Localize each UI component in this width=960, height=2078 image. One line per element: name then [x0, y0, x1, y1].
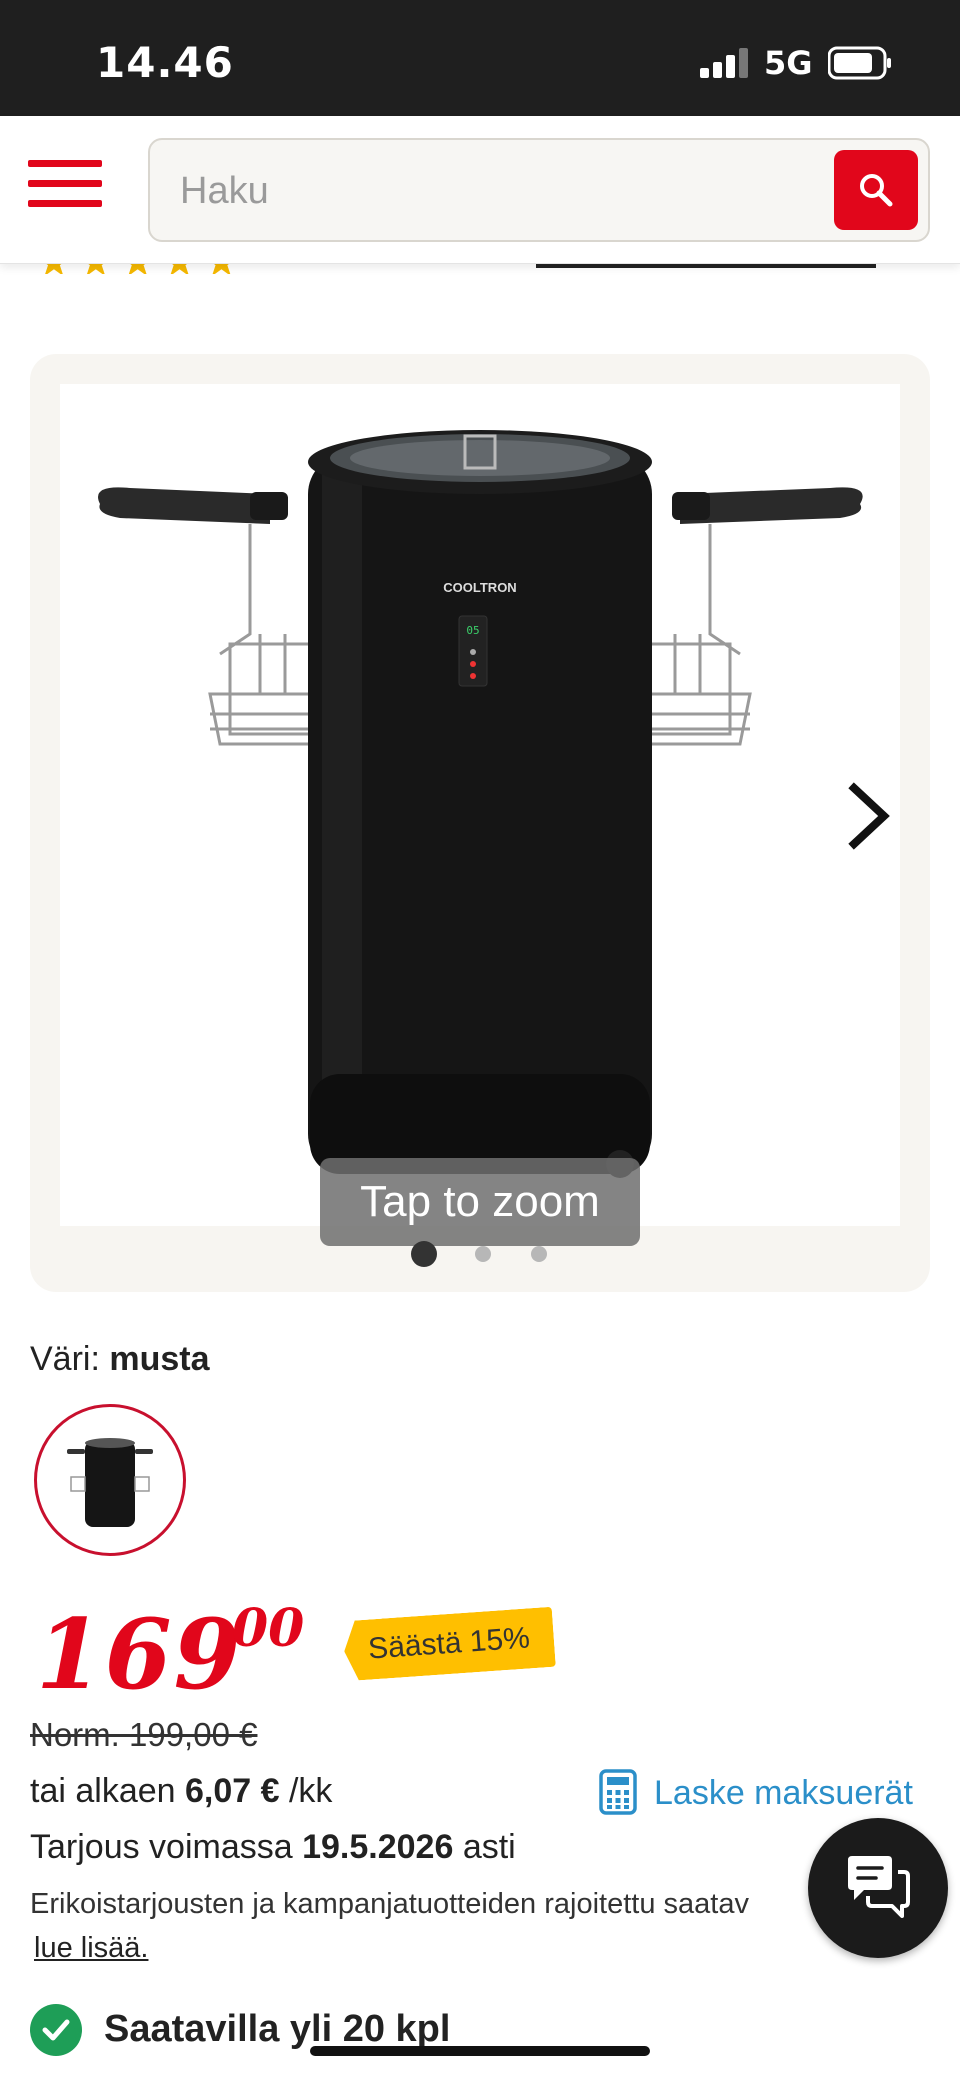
- pagination-dot-3[interactable]: [531, 1246, 547, 1262]
- chat-bubbles-icon: [848, 1856, 910, 1918]
- read-more-link[interactable]: lue lisää.: [34, 1932, 148, 1965]
- installment-amount: 6,07 €: [185, 1772, 280, 1810]
- check-circle-icon: [30, 2004, 82, 2056]
- search-input[interactable]: [180, 164, 820, 218]
- product-brand-label: COOLTRON: [443, 580, 516, 595]
- installment-info: tai alkaen 6,07 € /kk: [30, 1772, 332, 1811]
- discount-badge: Säästä 15%: [342, 1607, 556, 1682]
- hamburger-menu-icon[interactable]: [28, 160, 102, 220]
- tap-to-zoom-label[interactable]: Tap to zoom: [320, 1158, 640, 1246]
- color-value: musta: [109, 1340, 210, 1378]
- offer-validity: Tarjous voimassa 19.5.2026 asti: [30, 1828, 516, 1867]
- price: 169 00: [36, 1598, 304, 1711]
- offer-prefix: Tarjous voimassa: [30, 1828, 293, 1866]
- calculate-installments-label: Laske maksuerät: [654, 1774, 913, 1812]
- price-decimals: 00: [232, 1598, 305, 1659]
- gallery-pagination: [30, 1240, 930, 1268]
- color-label-prefix: Väri:: [30, 1340, 100, 1378]
- pagination-dot-2[interactable]: [475, 1246, 491, 1262]
- price-integer: 169: [36, 1598, 243, 1711]
- color-swatch-black[interactable]: [34, 1404, 186, 1556]
- search-bar: [148, 138, 930, 242]
- network-type: 5G: [764, 44, 813, 82]
- home-indicator: [310, 2046, 650, 2056]
- product-illustration: COOLTRON 05: [98, 430, 863, 1178]
- product-gallery: COOLTRON 05 Tap to zoom: [30, 354, 930, 1292]
- availability-text: Saatavilla yli 20 kpl: [104, 2008, 451, 2050]
- status-time: 14.46: [96, 38, 234, 87]
- installment-suffix: /kk: [288, 1772, 333, 1810]
- calculator-icon: [599, 1769, 637, 1815]
- search-button[interactable]: [834, 150, 918, 230]
- product-image[interactable]: COOLTRON 05: [60, 384, 900, 1226]
- normal-price: Norm. 199,00 €: [30, 1716, 258, 1753]
- offer-date: 19.5.2026: [302, 1828, 454, 1866]
- offer-suffix: asti: [462, 1828, 516, 1866]
- battery-icon: [828, 46, 891, 80]
- display-readout: 05: [466, 624, 479, 637]
- pagination-dot-1[interactable]: [411, 1241, 437, 1267]
- swatch-thumbnail: [67, 1438, 153, 1527]
- chat-button[interactable]: [808, 1818, 948, 1958]
- color-label: Väri: musta: [30, 1340, 210, 1379]
- offer-disclaimer: Erikoistarjousten ja kampanjatuotteiden …: [30, 1888, 749, 1920]
- installment-prefix: tai alkaen: [30, 1772, 176, 1810]
- status-bar: 14.46 5G: [0, 0, 960, 116]
- search-icon: [860, 174, 893, 207]
- chevron-right-icon[interactable]: [840, 776, 900, 856]
- site-header: [0, 116, 960, 264]
- signal-icon: [700, 48, 748, 78]
